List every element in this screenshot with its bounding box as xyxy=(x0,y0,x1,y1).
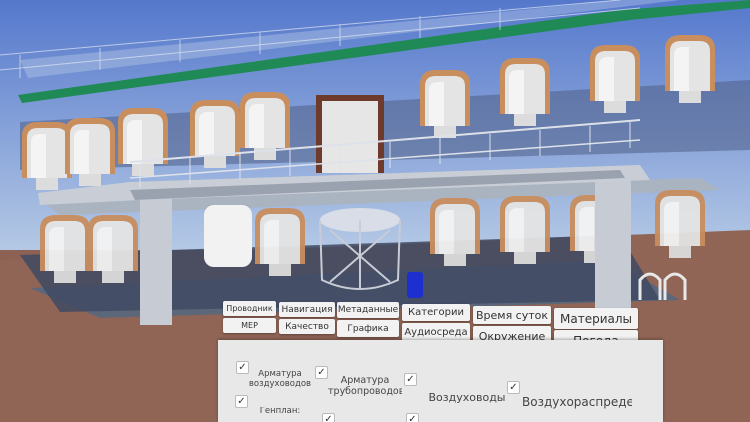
menu-button-audio[interactable]: Аудиосреда xyxy=(402,323,470,341)
checkbox-pipe-fittings[interactable]: ✓ xyxy=(315,366,328,379)
label-air-terminals: Воздухораспределители xyxy=(522,396,632,409)
menu-button-navigation[interactable]: Навигация xyxy=(279,302,335,317)
menu-button-time-of-day[interactable]: Время суток xyxy=(473,306,551,324)
menu-button-categories[interactable]: Категории xyxy=(402,304,470,321)
label-ducts: Воздуховоды xyxy=(428,392,506,404)
menu-button-quality[interactable]: Качество xyxy=(279,319,335,334)
checkbox-item-7[interactable]: ✓ xyxy=(406,413,419,422)
menu-button-mep[interactable]: MEP xyxy=(223,318,276,333)
label-duct-fittings: Арматура воздуховодов xyxy=(248,370,312,389)
label-pipe-fittings: Арматура трубопроводов xyxy=(328,376,402,397)
menu-button-graphics[interactable]: Графика xyxy=(337,320,399,337)
checkbox-item-6[interactable]: ✓ xyxy=(322,413,335,422)
checkbox-site[interactable]: ✓ xyxy=(235,395,248,408)
menu-button-explorer[interactable]: Проводник xyxy=(223,301,276,316)
label-site: Генплан: xyxy=(259,407,301,416)
mep-categories-panel: ✓ Арматура воздуховодов ✓ Арматура трубо… xyxy=(218,340,663,422)
menu-button-materials[interactable]: Материалы xyxy=(554,308,638,329)
checkbox-ducts[interactable]: ✓ xyxy=(404,373,417,386)
checkbox-air-terminals[interactable]: ✓ xyxy=(507,381,520,394)
menu-button-metadata[interactable]: Метаданные xyxy=(337,302,399,318)
